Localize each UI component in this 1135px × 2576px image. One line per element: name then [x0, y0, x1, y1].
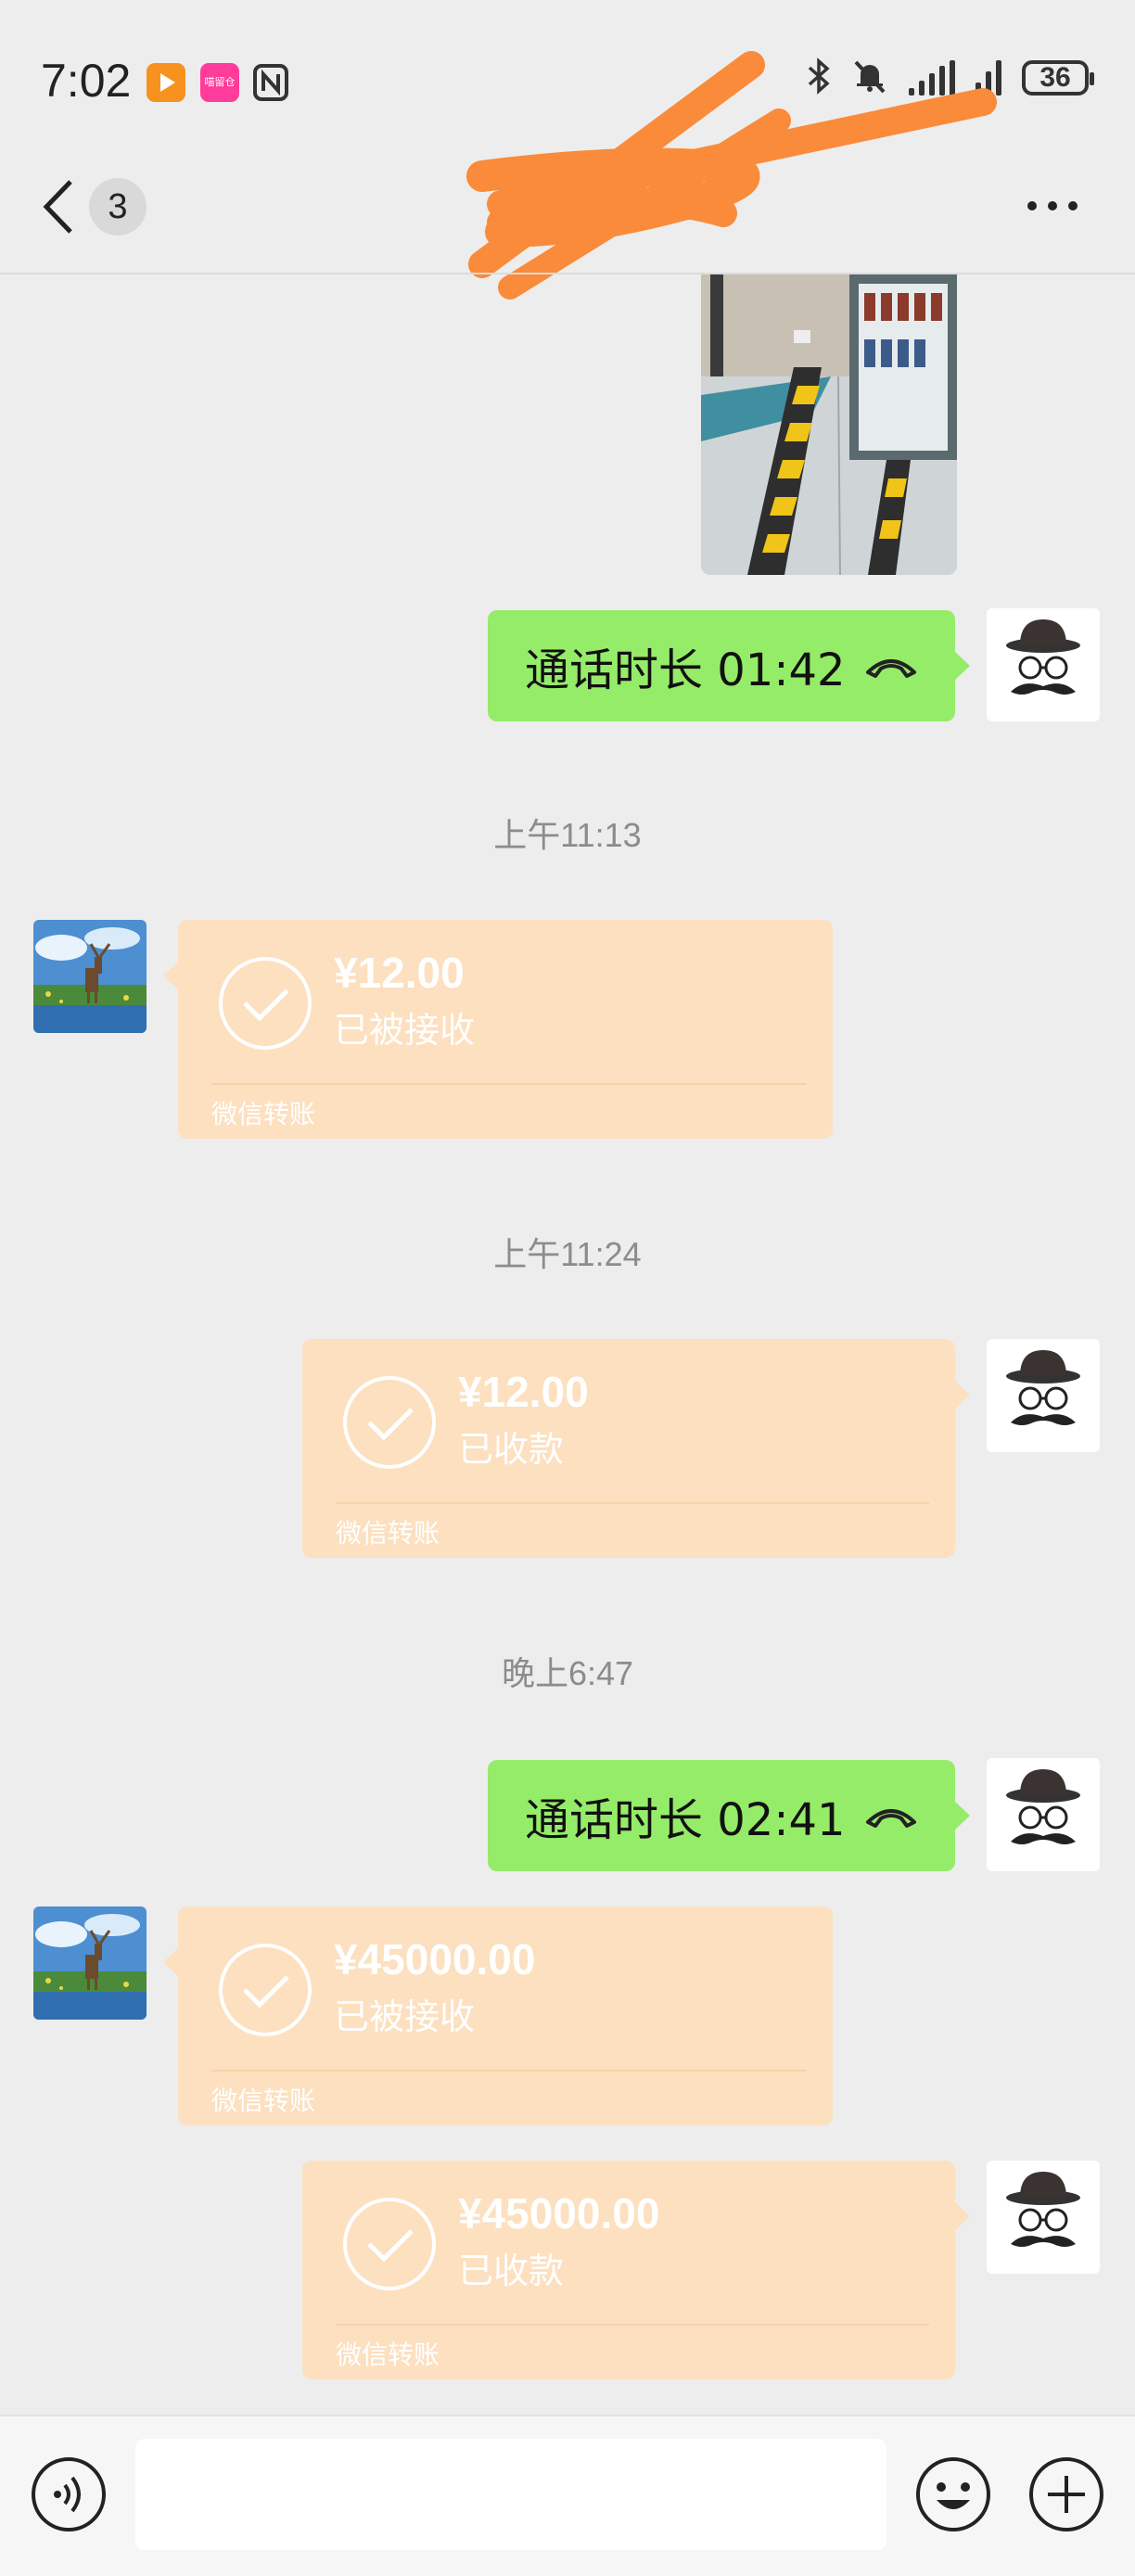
check-circle-icon — [343, 1376, 436, 1469]
emoji-icon — [916, 2457, 990, 2531]
message-input[interactable] — [135, 2439, 886, 2550]
transfer-label: 微信转账 — [336, 1518, 440, 1549]
transfer-divider — [211, 1083, 807, 1085]
contact-avatar[interactable] — [33, 1906, 147, 2020]
transfer-divider — [336, 2324, 929, 2326]
transfer-status: 已收款 — [458, 1429, 565, 1470]
my-avatar[interactable] — [987, 608, 1100, 721]
voice-button[interactable] — [30, 2455, 108, 2533]
transfer-label: 微信转账 — [211, 1099, 316, 1129]
check-circle-icon — [343, 2198, 436, 2290]
check-circle-icon — [219, 1944, 312, 2036]
check-circle-icon — [219, 957, 312, 1050]
plus-button[interactable] — [1027, 2455, 1105, 2533]
timestamp: 晚上6:47 — [501, 1654, 634, 1692]
transfer-status: 已被接收 — [334, 1010, 476, 1051]
plus-icon — [1029, 2457, 1103, 2531]
more-button[interactable] — [1025, 189, 1080, 223]
transfer-amount: ¥45000.00 — [334, 1935, 536, 1983]
transfer-status: 已收款 — [458, 2251, 565, 2291]
my-avatar[interactable] — [987, 2161, 1100, 2274]
call-duration-text: 通话时长 02:41 — [525, 1794, 846, 1846]
transfer-status: 已被接收 — [334, 1996, 476, 2037]
my-avatar[interactable] — [987, 1758, 1100, 1871]
call-duration-text: 通话时长 01:42 — [525, 644, 846, 696]
timestamp: 上午11:13 — [493, 816, 642, 854]
phone-hangup-icon — [865, 1809, 916, 1828]
emoji-button[interactable] — [914, 2455, 992, 2533]
transfer-amount: ¥12.00 — [334, 949, 465, 997]
transfer-label: 微信转账 — [336, 2340, 440, 2370]
status-time: 7:02 — [41, 55, 132, 107]
my-avatar[interactable] — [987, 1339, 1100, 1452]
contact-avatar[interactable] — [33, 920, 147, 1033]
nfc-icon — [252, 63, 289, 102]
battery-icon: 36 — [1022, 60, 1094, 96]
more-icon — [1027, 201, 1078, 210]
video-app-icon — [147, 63, 185, 102]
timestamp: 上午11:24 — [493, 1235, 642, 1273]
transfer-divider — [336, 1502, 929, 1504]
transfer-divider — [211, 2070, 807, 2072]
voice-icon — [32, 2457, 106, 2531]
back-button[interactable] — [37, 174, 83, 239]
call-duration-message[interactable]: 通话时长 01:42 — [488, 610, 970, 721]
shopping-app-label: 喵留仓 — [204, 76, 236, 88]
call-duration-message[interactable]: 通话时长 02:41 — [488, 1760, 970, 1871]
unread-count-badge[interactable]: 3 — [89, 178, 147, 236]
chevron-left-icon — [43, 180, 72, 234]
transfer-message[interactable]: ¥12.00 已收款 微信转账 — [302, 1339, 970, 1558]
transfer-message[interactable]: ¥45000.00 已被接收 微信转账 — [163, 1906, 833, 2125]
phone-hangup-icon — [865, 659, 916, 678]
header-divider — [0, 273, 1135, 274]
photo-message[interactable] — [701, 274, 957, 575]
transfer-message[interactable]: ¥45000.00 已收款 微信转账 — [302, 2161, 970, 2379]
transfer-amount: ¥12.00 — [458, 1368, 589, 1416]
shopping-app-icon: 喵留仓 — [200, 63, 239, 102]
transfer-message[interactable]: ¥12.00 已被接收 微信转账 — [163, 920, 833, 1139]
transfer-amount: ¥45000.00 — [458, 2189, 660, 2238]
transfer-label: 微信转账 — [211, 2085, 316, 2116]
